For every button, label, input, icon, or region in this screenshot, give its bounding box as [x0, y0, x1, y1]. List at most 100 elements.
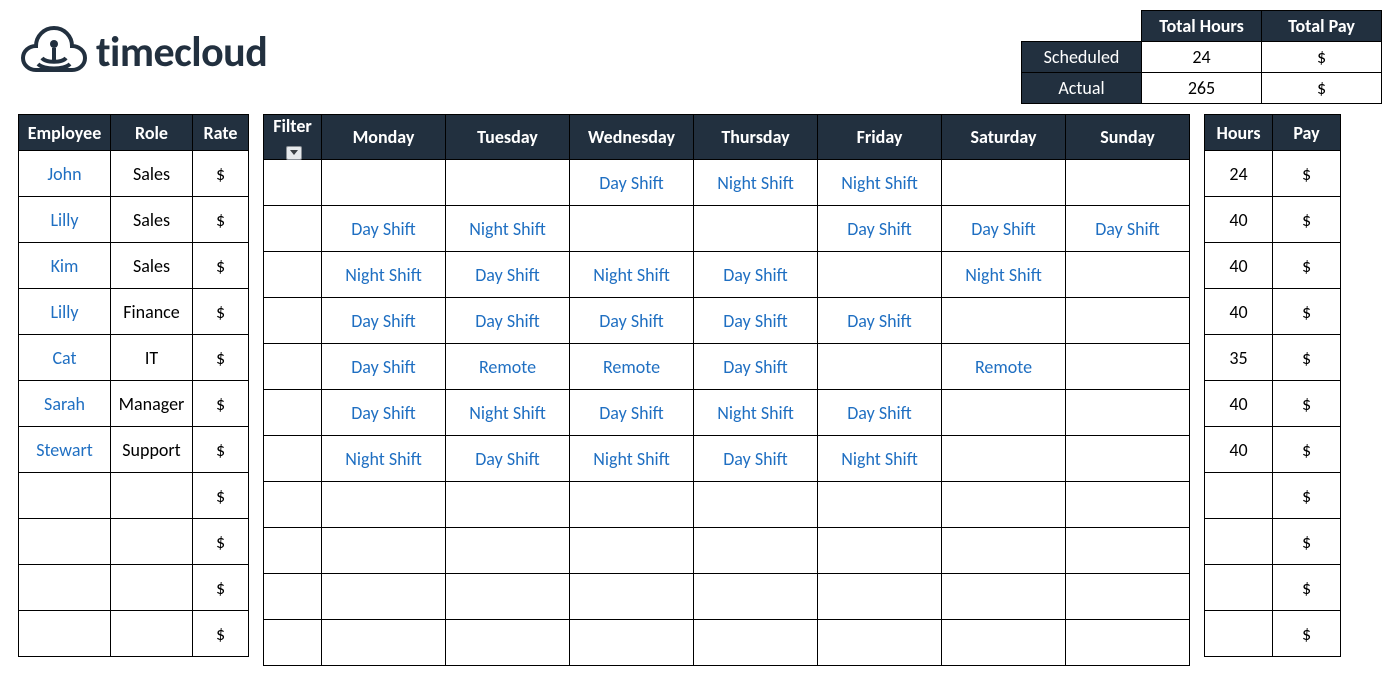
- pay-cell[interactable]: $: [1273, 427, 1341, 473]
- pay-cell[interactable]: $: [1273, 335, 1341, 381]
- shift-cell[interactable]: Day Shift: [322, 298, 446, 344]
- hours-cell[interactable]: 40: [1205, 381, 1273, 427]
- shift-cell[interactable]: [570, 528, 694, 574]
- shift-cell[interactable]: Day Shift: [818, 390, 942, 436]
- shift-cell[interactable]: Day Shift: [446, 298, 570, 344]
- hours-cell[interactable]: 35: [1205, 335, 1273, 381]
- shift-cell[interactable]: Day Shift: [694, 298, 818, 344]
- shift-cell[interactable]: [322, 620, 446, 666]
- shift-cell[interactable]: Night Shift: [942, 252, 1066, 298]
- shift-cell[interactable]: Night Shift: [446, 206, 570, 252]
- hours-cell[interactable]: [1205, 565, 1273, 611]
- shift-cell[interactable]: [570, 206, 694, 252]
- employee-cell[interactable]: Kim: [19, 243, 111, 289]
- employee-cell[interactable]: John: [19, 151, 111, 197]
- role-cell[interactable]: [111, 565, 193, 611]
- shift-cell[interactable]: Day Shift: [694, 344, 818, 390]
- shift-cell[interactable]: [942, 160, 1066, 206]
- summary-scheduled-pay[interactable]: $: [1262, 42, 1382, 73]
- shift-cell[interactable]: [818, 344, 942, 390]
- rate-cell[interactable]: $: [193, 243, 249, 289]
- hours-cell[interactable]: 24: [1205, 151, 1273, 197]
- shift-cell[interactable]: [1066, 344, 1190, 390]
- summary-actual-hours[interactable]: 265: [1142, 73, 1262, 104]
- role-cell[interactable]: Sales: [111, 243, 193, 289]
- shift-cell[interactable]: Day Shift: [694, 436, 818, 482]
- employee-cell[interactable]: [19, 473, 111, 519]
- shift-cell[interactable]: [322, 160, 446, 206]
- shift-cell[interactable]: Day Shift: [570, 298, 694, 344]
- shift-cell[interactable]: [818, 528, 942, 574]
- shift-cell[interactable]: [694, 206, 818, 252]
- shift-cell[interactable]: [1066, 298, 1190, 344]
- filter-cell[interactable]: [264, 620, 322, 666]
- employee-cell[interactable]: Lilly: [19, 289, 111, 335]
- shift-cell[interactable]: Day Shift: [942, 206, 1066, 252]
- shift-cell[interactable]: [1066, 390, 1190, 436]
- shift-cell[interactable]: [322, 528, 446, 574]
- rate-cell[interactable]: $: [193, 381, 249, 427]
- shift-cell[interactable]: [1066, 160, 1190, 206]
- role-cell[interactable]: Sales: [111, 197, 193, 243]
- filter-cell[interactable]: [264, 160, 322, 206]
- shift-cell[interactable]: [818, 574, 942, 620]
- hours-cell[interactable]: 40: [1205, 197, 1273, 243]
- pay-cell[interactable]: $: [1273, 151, 1341, 197]
- shift-cell[interactable]: Day Shift: [570, 390, 694, 436]
- employee-cell[interactable]: [19, 611, 111, 657]
- shift-cell[interactable]: Day Shift: [322, 344, 446, 390]
- filter-cell[interactable]: [264, 528, 322, 574]
- employee-cell[interactable]: Lilly: [19, 197, 111, 243]
- pay-cell[interactable]: $: [1273, 381, 1341, 427]
- shift-cell[interactable]: [1066, 482, 1190, 528]
- filter-cell[interactable]: [264, 252, 322, 298]
- shift-cell[interactable]: [818, 252, 942, 298]
- shift-cell[interactable]: Day Shift: [570, 160, 694, 206]
- rate-cell[interactable]: $: [193, 473, 249, 519]
- role-cell[interactable]: Support: [111, 427, 193, 473]
- rate-cell[interactable]: $: [193, 197, 249, 243]
- shift-cell[interactable]: [1066, 574, 1190, 620]
- shift-cell[interactable]: Night Shift: [694, 160, 818, 206]
- shift-cell[interactable]: [446, 574, 570, 620]
- hours-cell[interactable]: [1205, 519, 1273, 565]
- shift-cell[interactable]: Night Shift: [570, 436, 694, 482]
- shift-cell[interactable]: [942, 298, 1066, 344]
- summary-actual-pay[interactable]: $: [1262, 73, 1382, 104]
- shift-cell[interactable]: [694, 482, 818, 528]
- rate-cell[interactable]: $: [193, 335, 249, 381]
- shift-cell[interactable]: [446, 482, 570, 528]
- pay-cell[interactable]: $: [1273, 197, 1341, 243]
- shift-cell[interactable]: [570, 574, 694, 620]
- rate-cell[interactable]: $: [193, 519, 249, 565]
- role-cell[interactable]: [111, 519, 193, 565]
- shift-cell[interactable]: [570, 482, 694, 528]
- rate-cell[interactable]: $: [193, 427, 249, 473]
- hours-cell[interactable]: [1205, 611, 1273, 657]
- role-cell[interactable]: Sales: [111, 151, 193, 197]
- shift-cell[interactable]: Day Shift: [694, 252, 818, 298]
- employee-cell[interactable]: Sarah: [19, 381, 111, 427]
- filter-cell[interactable]: [264, 344, 322, 390]
- hours-cell[interactable]: 40: [1205, 289, 1273, 335]
- shift-cell[interactable]: [446, 620, 570, 666]
- shift-cell[interactable]: [446, 528, 570, 574]
- employee-cell[interactable]: Cat: [19, 335, 111, 381]
- shift-cell[interactable]: [694, 620, 818, 666]
- shift-cell[interactable]: Night Shift: [694, 390, 818, 436]
- filter-cell[interactable]: [264, 574, 322, 620]
- shift-cell[interactable]: Day Shift: [1066, 206, 1190, 252]
- filter-cell[interactable]: [264, 390, 322, 436]
- filter-cell[interactable]: [264, 206, 322, 252]
- shift-cell[interactable]: Day Shift: [446, 252, 570, 298]
- role-cell[interactable]: IT: [111, 335, 193, 381]
- shift-cell[interactable]: [322, 482, 446, 528]
- pay-cell[interactable]: $: [1273, 243, 1341, 289]
- shift-cell[interactable]: [818, 482, 942, 528]
- shift-cell[interactable]: Night Shift: [322, 436, 446, 482]
- pay-cell[interactable]: $: [1273, 473, 1341, 519]
- shift-cell[interactable]: [570, 620, 694, 666]
- shift-cell[interactable]: [942, 574, 1066, 620]
- shift-cell[interactable]: Night Shift: [570, 252, 694, 298]
- shift-cell[interactable]: [942, 482, 1066, 528]
